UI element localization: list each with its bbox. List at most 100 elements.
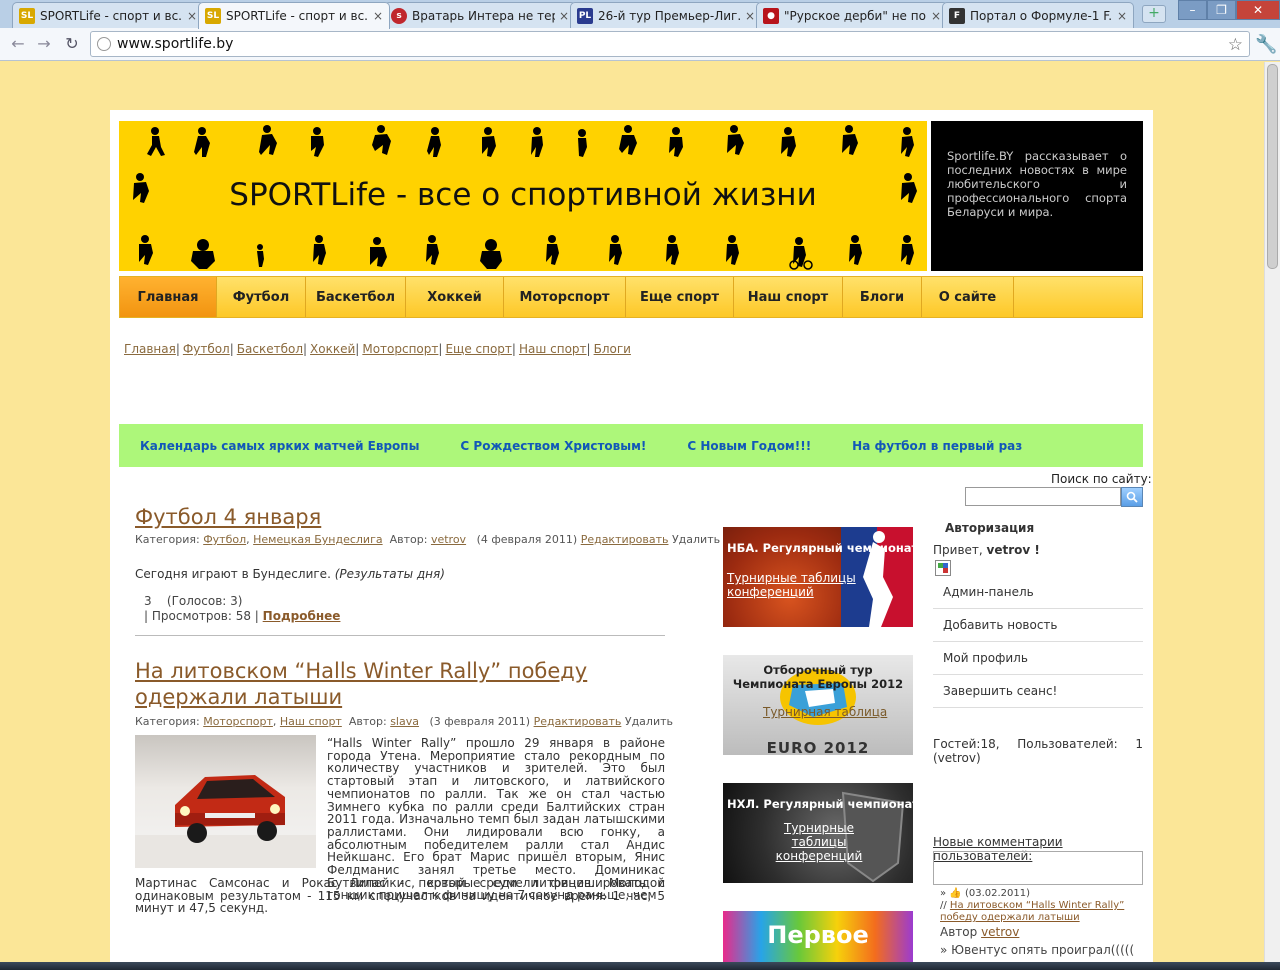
subnav-link[interactable]: Футбол	[183, 342, 230, 356]
reload-icon[interactable]: ↻	[62, 34, 82, 54]
featured-links-bar: Календарь самых ярких матчей Европы С Рож…	[119, 424, 1143, 467]
tab-sportlife-2[interactable]: SL SPORTLife - спорт и вс... ×	[198, 2, 390, 29]
separator: |	[229, 342, 234, 356]
tab-close-icon[interactable]: ×	[187, 9, 197, 23]
bookmark-star-icon[interactable]: ☆	[1228, 35, 1243, 55]
comment-author-label: Автор	[940, 925, 978, 939]
tab-sportlife-1[interactable]: SL SPORTLife - спорт и вс... ×	[12, 2, 204, 28]
category-link[interactable]: Наш спорт	[280, 715, 342, 728]
separator: |	[175, 342, 180, 356]
pervoe-radio-promo-banner[interactable]: Первое	[723, 911, 913, 962]
tab-ruhr-derby[interactable]: ● "Рурское дерби" не по... ×	[756, 2, 948, 28]
browser-toolbar: ← → ↻ www.sportlife.by ☆ 🔧	[0, 28, 1280, 61]
edit-link[interactable]: Редактировать	[534, 715, 622, 728]
article-title[interactable]: Футбол 4 января	[135, 504, 321, 530]
featured-link[interactable]: На футбол в первый раз	[852, 439, 1022, 453]
category-link[interactable]: Немецкая Бундеслига	[253, 533, 382, 546]
site-title: SPORTLife - все о спортивной жизни	[229, 177, 817, 213]
subnav-link[interactable]: Блоги	[594, 342, 631, 356]
featured-link[interactable]: С Рождеством Христовым!	[460, 439, 646, 453]
back-arrow-icon[interactable]: ←	[8, 34, 28, 54]
scrollbar-thumb[interactable]	[1267, 64, 1278, 269]
tab-formula1[interactable]: F Портал о Формуле-1 F... ×	[942, 2, 1134, 28]
tab-close-icon[interactable]: ×	[745, 9, 755, 23]
author-label: Автор:	[389, 533, 428, 546]
edit-link[interactable]: Редактировать	[581, 533, 669, 546]
nav-item[interactable]: Наш спорт	[734, 277, 843, 317]
new-tab-button[interactable]: +	[1142, 5, 1166, 23]
subnav-link[interactable]: Хоккей	[310, 342, 355, 356]
vertical-scrollbar[interactable]	[1264, 62, 1280, 962]
article-meta: Категория: Моторспорт, Наш спорт Автор: …	[135, 715, 673, 728]
tab-close-icon[interactable]: ×	[931, 9, 941, 23]
maximize-icon[interactable]: ❐	[1207, 0, 1236, 20]
separator: |	[586, 342, 591, 356]
category-link[interactable]: Моторспорт	[203, 715, 273, 728]
wrench-icon[interactable]: 🔧	[1255, 34, 1277, 55]
user-menu-item[interactable]: Админ-панель	[933, 576, 1143, 609]
tab-close-icon[interactable]: ×	[559, 9, 569, 23]
user-menu-item[interactable]: Мой профиль	[933, 642, 1143, 675]
forward-arrow-icon[interactable]: →	[34, 34, 54, 54]
sportlife-favicon-icon: SL	[19, 7, 35, 24]
site-header-banner: SPORTLife - все о спортивной жизни	[119, 121, 927, 271]
separator: |	[511, 342, 516, 356]
rating-value: 3	[144, 594, 152, 608]
nav-item[interactable]: Моторспорт	[504, 277, 626, 317]
standings-link[interactable]: Турнирные таблицы конференций	[727, 571, 857, 599]
nav-item[interactable]: Блоги	[843, 277, 922, 317]
subnav-link[interactable]: Наш спорт	[519, 342, 587, 356]
subnav-link[interactable]: Главная	[124, 342, 176, 356]
tab-inter[interactable]: s Вратарь Интера не тер... ×	[384, 2, 576, 28]
close-window-icon[interactable]: ✕	[1236, 0, 1280, 20]
checkered-flag-icon: F	[949, 7, 965, 24]
standings-link[interactable]: Турнирные таблицы конференций	[759, 821, 879, 863]
nav-item[interactable]: О сайте	[922, 277, 1014, 317]
nhl-promo-banner[interactable]: НХЛ. Регулярный чемпионат Турнирные табл…	[723, 783, 913, 883]
tab-close-icon[interactable]: ×	[1117, 9, 1127, 23]
comment-article-link[interactable]: На литовском “Halls Winter Rally” победу…	[940, 900, 1124, 923]
author-link[interactable]: slava	[390, 715, 419, 728]
featured-link[interactable]: Календарь самых ярких матчей Европы	[140, 439, 419, 453]
nav-item[interactable]: Хоккей	[406, 277, 504, 317]
rally-car-photo	[135, 735, 316, 868]
standings-link[interactable]: Турнирная таблица	[763, 705, 887, 719]
delete-link[interactable]: Удалить	[625, 715, 673, 728]
search-button[interactable]	[1121, 487, 1143, 507]
windows-taskbar	[0, 962, 1280, 970]
nav-item[interactable]: Футбол	[217, 277, 306, 317]
user-menu-item[interactable]: Добавить новость	[933, 609, 1143, 642]
tab-close-icon[interactable]: ×	[373, 9, 383, 23]
nba-promo-banner[interactable]: НБА. Регулярный чемпионат Турнирные табл…	[723, 527, 913, 627]
article-date: (3 февраля 2011)	[429, 715, 531, 728]
category-link[interactable]: Футбол	[203, 533, 246, 546]
nav-item[interactable]: Главная	[120, 277, 217, 317]
article-excerpt: Сегодня играют в Бундеслиге. (Результаты…	[135, 568, 445, 581]
category-label: Категория:	[135, 533, 200, 546]
author-link[interactable]: vetrov	[431, 533, 466, 546]
search-input[interactable]	[965, 487, 1121, 506]
nav-item[interactable]: Баскетбол	[306, 277, 406, 317]
article-title[interactable]: На литовском “Halls Winter Rally” победу…	[135, 658, 665, 710]
delete-link[interactable]: Удалить	[672, 533, 720, 546]
euro2012-promo-banner[interactable]: Отборочный тур Чемпионата Европы 2012 Ту…	[723, 655, 913, 755]
user-menu: Админ-панель Добавить новость Мой профиль З…	[933, 576, 1143, 708]
read-more-link[interactable]: Подробнее	[263, 609, 341, 623]
auth-title: Авторизация	[945, 521, 1035, 535]
subnav-link[interactable]: Еще спорт	[445, 342, 511, 356]
featured-link[interactable]: С Новым Годом!!!	[687, 439, 811, 453]
promo-title: Первое	[767, 921, 869, 949]
tab-premier-league[interactable]: PL 26-й тур Премьер-Лиг... ×	[570, 2, 762, 28]
promo-title: НБА. Регулярный чемпионат	[727, 541, 913, 555]
address-bar[interactable]: www.sportlife.by ☆	[90, 31, 1250, 57]
minimize-icon[interactable]: –	[1178, 0, 1207, 20]
author-label: Автор:	[348, 715, 387, 728]
nav-item[interactable]: Еще спорт	[626, 277, 734, 317]
comment-entry: » 👍 (03.02.2011) // На литовском “Halls …	[940, 888, 1140, 956]
subnav-link[interactable]: Баскетбол	[237, 342, 303, 356]
breadcrumb-links: Главная| Футбол| Баскетбол| Хоккей| Моторспо…	[124, 342, 631, 356]
thumbs-up-icon: 👍	[949, 888, 962, 899]
comment-author-link[interactable]: vetrov	[981, 925, 1019, 939]
user-menu-item[interactable]: Завершить сеанс!	[933, 675, 1143, 708]
subnav-link[interactable]: Моторспорт	[362, 342, 438, 356]
